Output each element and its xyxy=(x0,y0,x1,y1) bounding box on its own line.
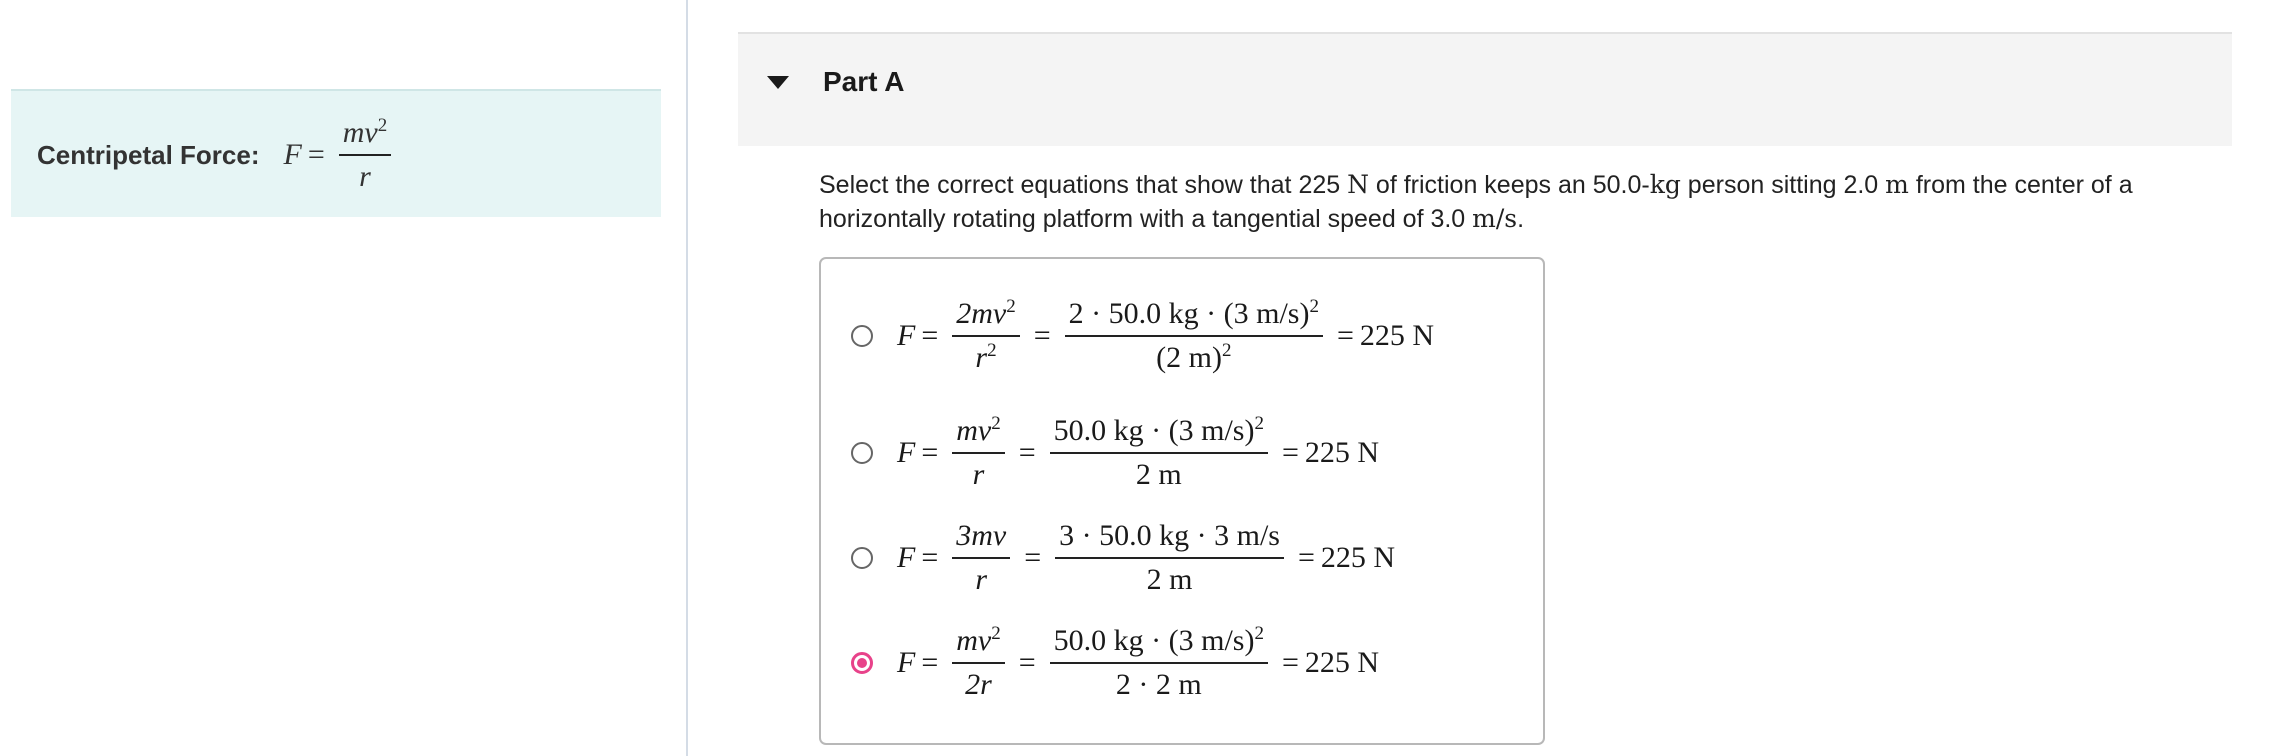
option-4-f1-num: mv xyxy=(956,624,992,657)
option-1-result: 225 N xyxy=(1359,319,1435,352)
option-4-result: 225 N xyxy=(1304,646,1380,679)
hint-den: r xyxy=(359,160,371,193)
option-3[interactable]: F = 3mv r = 3 · 50.0 kg · 3 m/s 2 m = 225 N xyxy=(851,519,1395,597)
hint-pane: Centripetal Force: F = mv2 r xyxy=(0,0,686,756)
page: Centripetal Force: F = mv2 r Part A Sele… xyxy=(0,0,2280,756)
hint-equals: = xyxy=(307,138,325,171)
radio-option-4[interactable] xyxy=(851,652,873,674)
option-1-equation: F = 2mv2 r2 = 2 · 50.0 kg · (3 m/s)2 (2 m)2… xyxy=(897,296,1435,374)
hint-label-text: Centripetal Force: xyxy=(37,139,260,170)
question-t3: person sitting 2.0 xyxy=(1680,171,1886,199)
question-u2: kg xyxy=(1649,170,1681,199)
question-t1: Select the correct equations that show t… xyxy=(819,171,1348,199)
option-4-equation: F = mv2 2r = 50.0 kg · (3 m/s)2 2 · 2 m = 22… xyxy=(897,623,1380,701)
option-2-f1-num-exp: 2 xyxy=(991,413,1001,434)
option-3-f2-num: 3 · 50.0 kg · 3 m/s xyxy=(1059,519,1280,552)
option-2-f2-den: 2 m xyxy=(1135,458,1182,491)
hint-box: Centripetal Force: F = mv2 r xyxy=(11,89,661,217)
option-3-equation: F = 3mv r = 3 · 50.0 kg · 3 m/s 2 m = 225 N xyxy=(897,519,1396,596)
answer-options: F = 2mv2 r2 = 2 · 50.0 kg · (3 m/s)2 (2 m)2… xyxy=(819,257,1545,745)
option-4-f2-num-exp: 2 xyxy=(1254,623,1264,644)
option-3-result: 225 N xyxy=(1320,541,1396,574)
option-4-f1-den: 2r xyxy=(965,668,992,701)
option-2-f1-num: mv xyxy=(956,414,992,447)
hint-fraction: mv2 r xyxy=(338,115,392,194)
option-2-lhs: F xyxy=(897,436,916,469)
option-1[interactable]: F = 2mv2 r2 = 2 · 50.0 kg · (3 m/s)2 (2 m)2… xyxy=(851,297,1434,375)
hint-lhs: F xyxy=(283,138,302,171)
option-1-f2-den-exp: 2 xyxy=(1221,340,1232,361)
option-1-f1-num: 2mv xyxy=(956,297,1007,330)
caret-down-icon[interactable] xyxy=(767,76,789,89)
option-3-lhs: F xyxy=(897,541,916,574)
option-1-lhs: F xyxy=(897,319,916,352)
question-u4: m/s xyxy=(1472,204,1518,233)
part-a-header[interactable]: Part A xyxy=(738,32,2232,146)
radio-option-1[interactable] xyxy=(851,325,873,347)
option-4-lhs: F xyxy=(897,646,916,679)
radio-option-2[interactable] xyxy=(851,442,873,464)
hint-numerator: mv2 xyxy=(338,115,392,156)
option-3-f2-den: 2 m xyxy=(1146,563,1193,596)
option-1-f1-num-exp: 2 xyxy=(1006,296,1016,317)
option-1-f1-den: r xyxy=(975,341,988,374)
option-2[interactable]: F = mv2 r = 50.0 kg · (3 m/s)2 2 m = 225 N xyxy=(851,414,1379,492)
option-3-f1-den: r xyxy=(975,563,988,596)
option-2-result: 225 N xyxy=(1304,436,1380,469)
option-4-f2-num: 50.0 kg · (3 m/s) xyxy=(1053,624,1255,657)
part-title: Part A xyxy=(823,66,905,97)
hint-num-exp: 2 xyxy=(377,115,388,136)
option-2-f2-num-exp: 2 xyxy=(1254,413,1264,434)
hint-label: Centripetal Force: F = mv2 r xyxy=(37,91,399,219)
option-4-f2-den: 2 · 2 m xyxy=(1115,668,1202,701)
option-2-f2-num: 50.0 kg · (3 m/s) xyxy=(1053,414,1255,447)
question-text: Select the correct equations that show t… xyxy=(819,168,2219,236)
radio-option-3[interactable] xyxy=(851,547,873,569)
pane-divider[interactable] xyxy=(686,0,688,756)
option-2-f1-den: r xyxy=(972,458,985,491)
option-2-equation: F = mv2 r = 50.0 kg · (3 m/s)2 2 m = 225 N xyxy=(897,413,1380,491)
question-u1: N xyxy=(1347,170,1369,199)
option-1-f2-num-exp: 2 xyxy=(1309,296,1319,317)
question-u3: m xyxy=(1885,170,1909,199)
option-4[interactable]: F = mv2 2r = 50.0 kg · (3 m/s)2 2 · 2 m = 22… xyxy=(851,624,1379,702)
option-4-f1-num-exp: 2 xyxy=(991,623,1001,644)
option-1-f2-num: 2 · 50.0 kg · (3 m/s) xyxy=(1068,297,1310,330)
option-1-f1-den-exp: 2 xyxy=(987,340,997,361)
option-3-f1-num: 3mv xyxy=(956,519,1007,552)
hint-num-base: mv xyxy=(342,116,378,149)
question-t5: . xyxy=(1517,205,1525,233)
hint-denominator: r xyxy=(355,156,375,194)
hint-equation: F = mv2 r xyxy=(284,116,400,194)
option-1-f2-den: (2 m) xyxy=(1156,341,1222,374)
question-t2: of friction keeps an 50.0- xyxy=(1368,171,1650,199)
